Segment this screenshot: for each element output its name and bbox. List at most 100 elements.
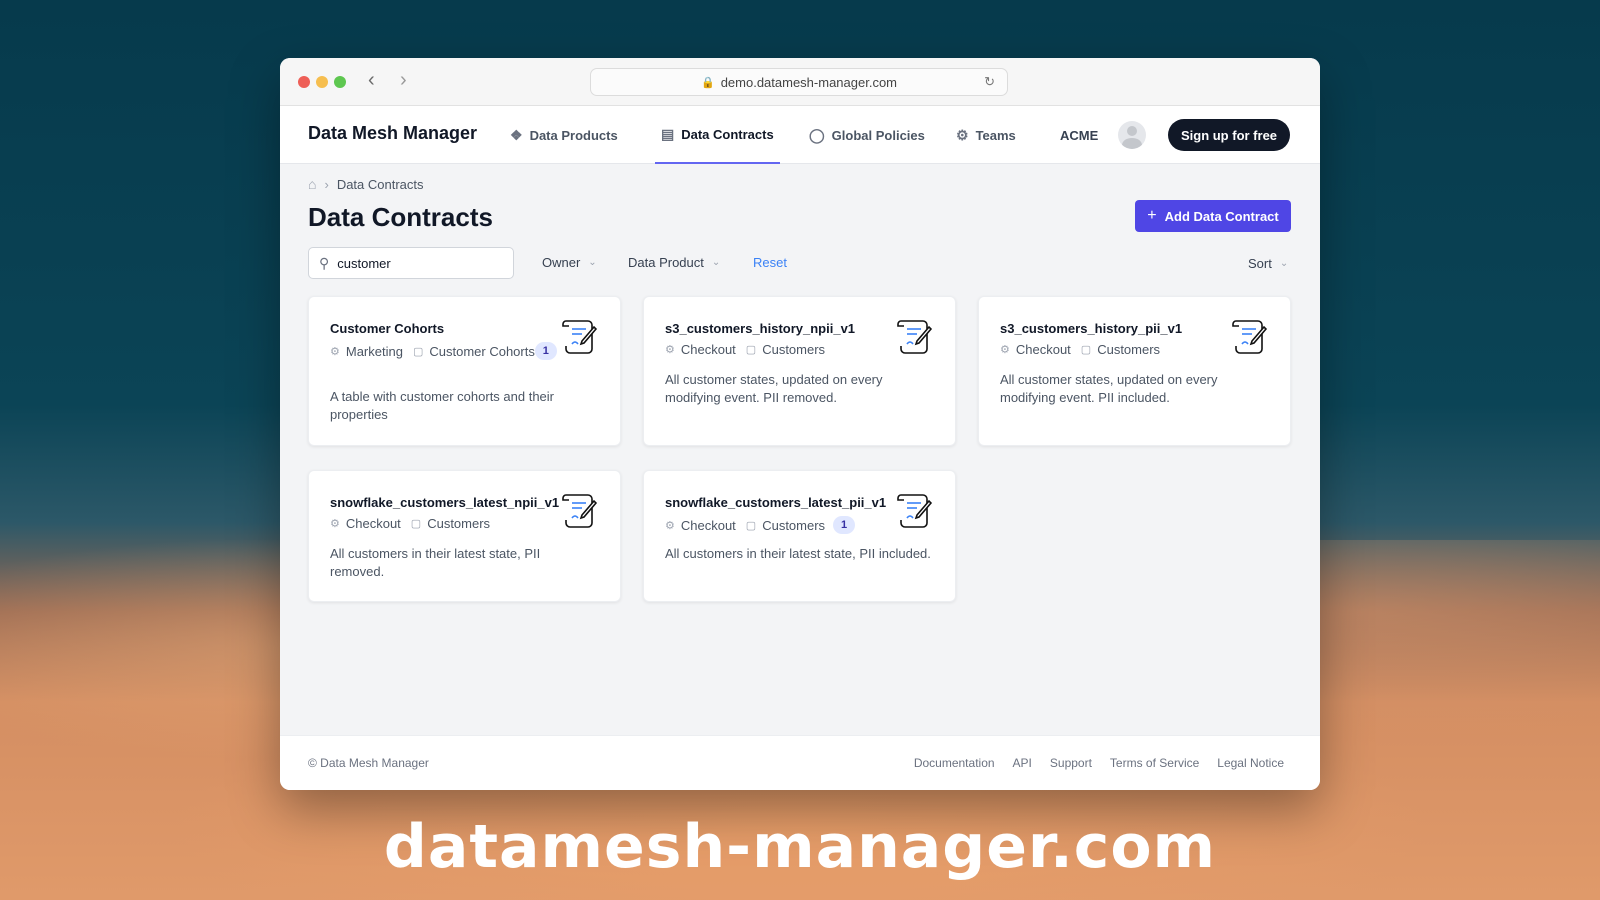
sort-label: Sort <box>1248 256 1272 271</box>
contract-data-product: Customers <box>762 517 826 533</box>
search-icon: ⚲ <box>319 254 330 271</box>
contract-scroll-icon <box>562 494 598 528</box>
contract-meta: ⚙ Checkout ▢ Customers <box>665 342 905 357</box>
data-product-filter-label: Data Product <box>628 255 704 270</box>
reset-filters-link[interactable]: Reset <box>753 255 787 270</box>
cube-icon: ▢ <box>1080 344 1092 356</box>
add-button-label: Add Data Contract <box>1164 208 1279 224</box>
contract-data-product: Customers <box>762 342 826 357</box>
address-bar[interactable]: 🔒 demo.datamesh-manager.com ↻ <box>590 68 1008 96</box>
data-product-filter-dropdown[interactable]: Data Product ⌄ <box>628 255 720 270</box>
contract-card[interactable]: Customer Cohorts ⚙ Marketing ▢ Customer … <box>308 296 621 446</box>
browser-chrome: ‹ › 🔒 demo.datamesh-manager.com ↻ <box>280 58 1320 106</box>
contract-description: All customers in their latest state, PII… <box>665 546 931 561</box>
breadcrumb: ⌂ › Data Contracts <box>308 176 424 192</box>
lock-icon: 🔒 <box>700 76 715 89</box>
count-badge: 1 <box>833 516 856 534</box>
copyright-text: © Data Mesh Manager <box>308 756 429 770</box>
nav-label: Data Contracts <box>681 126 774 142</box>
contract-scroll-icon <box>897 494 933 528</box>
count-badge: 1 <box>534 342 557 360</box>
signup-button[interactable]: Sign up for free <box>1168 119 1290 151</box>
brand-logo[interactable]: Data Mesh Manager <box>308 123 477 144</box>
contract-scroll-icon <box>897 320 933 354</box>
contract-data-product: Customers <box>1097 342 1161 357</box>
document-icon: ▤ <box>661 125 675 142</box>
team-icon: ⚙ <box>665 344 675 356</box>
back-arrow-icon[interactable]: ‹ <box>368 69 375 92</box>
plus-icon: + <box>1147 207 1157 224</box>
contract-title: snowflake_customers_latest_pii_v1 <box>665 495 887 510</box>
contract-title: snowflake_customers_latest_npii_v1 <box>330 495 560 510</box>
main-content: ⌂ › Data Contracts Data Contracts + Add … <box>280 164 1320 724</box>
search-box[interactable]: ⚲ <box>308 247 514 279</box>
owner-filter-dropdown[interactable]: Owner ⌄ <box>542 255 597 270</box>
footer-link-documentation[interactable]: Documentation <box>914 756 995 770</box>
nav-data-products[interactable]: ❖ Data Products <box>510 106 618 164</box>
chevron-down-icon: ⌄ <box>588 257 597 268</box>
contract-description: All customer states, updated on every mo… <box>665 372 883 405</box>
close-window-button[interactable] <box>298 76 310 88</box>
team-icon: ⚙ <box>665 519 675 532</box>
footer-link-terms[interactable]: Terms of Service <box>1110 756 1199 770</box>
team-icon: ⚙ <box>1000 344 1010 356</box>
page-footer: © Data Mesh Manager Documentation API Su… <box>280 735 1320 790</box>
cube-icon: ▢ <box>412 345 424 358</box>
nav-teams[interactable]: ⚙ Teams <box>956 106 1016 164</box>
contract-data-product: Customers <box>427 516 491 531</box>
add-data-contract-button[interactable]: + Add Data Contract <box>1135 200 1291 232</box>
breadcrumb-current: Data Contracts <box>336 176 424 192</box>
organization-switcher[interactable]: ACME <box>1060 106 1098 164</box>
chevron-down-icon: ⌄ <box>1279 258 1289 269</box>
contract-team: Checkout <box>680 517 736 533</box>
browser-window: ‹ › 🔒 demo.datamesh-manager.com ↻ Data M… <box>280 58 1320 790</box>
users-icon: ⚙ <box>956 126 969 143</box>
shield-icon: ◯ <box>809 126 825 143</box>
footer-link-support[interactable]: Support <box>1050 756 1092 770</box>
contract-title: s3_customers_history_npii_v1 <box>665 321 856 336</box>
contract-team: Checkout <box>680 342 736 357</box>
contract-card[interactable]: s3_customers_history_npii_v1 ⚙ Checkout … <box>643 296 956 446</box>
contract-data-product: Customer Cohorts <box>429 343 535 359</box>
contract-scroll-icon <box>1232 320 1268 354</box>
cube-icon: ▢ <box>410 518 422 530</box>
domain-caption: datamesh-manager.com <box>383 812 1217 882</box>
footer-link-api[interactable]: API <box>1013 756 1032 770</box>
address-bar-url: demo.datamesh-manager.com <box>720 74 897 90</box>
contract-meta: ⚙ Marketing ▢ Customer Cohorts 1 <box>330 342 570 360</box>
contract-description: A table with customer cohorts and their … <box>330 389 555 422</box>
contract-title: s3_customers_history_pii_v1 <box>1000 321 1183 336</box>
nav-global-policies[interactable]: ◯ Global Policies <box>809 106 925 164</box>
search-input[interactable] <box>337 255 488 271</box>
team-icon: ⚙ <box>330 345 340 358</box>
contract-team: Marketing <box>345 343 403 359</box>
nav-data-contracts[interactable]: ▤ Data Contracts <box>655 106 780 164</box>
reload-icon[interactable]: ↻ <box>984 74 999 90</box>
contract-card[interactable]: s3_customers_history_pii_v1 ⚙ Checkout ▢… <box>978 296 1291 446</box>
nav-label: Teams <box>975 127 1016 143</box>
cubes-icon: ❖ <box>510 126 523 143</box>
minimize-window-button[interactable] <box>316 76 328 88</box>
contract-meta: ⚙ Checkout ▢ Customers <box>330 516 570 531</box>
contract-card[interactable]: snowflake_customers_latest_pii_v1 ⚙ Chec… <box>643 470 956 602</box>
contract-title: Customer Cohorts <box>330 321 445 336</box>
home-icon[interactable]: ⌂ <box>308 176 316 192</box>
contract-description: All customers in their latest state, PII… <box>330 546 541 579</box>
forward-arrow-icon[interactable]: › <box>400 69 407 92</box>
contract-meta: ⚙ Checkout ▢ Customers 1 <box>665 516 905 534</box>
top-navigation: Data Mesh Manager ❖ Data Products ▤ Data… <box>280 106 1320 164</box>
footer-link-legal[interactable]: Legal Notice <box>1217 756 1284 770</box>
chevron-right-icon: › <box>324 176 329 192</box>
contract-meta: ⚙ Checkout ▢ Customers <box>1000 342 1240 357</box>
team-icon: ⚙ <box>330 518 340 530</box>
maximize-window-button[interactable] <box>334 76 346 88</box>
contract-team: Checkout <box>345 516 401 531</box>
cube-icon: ▢ <box>745 519 757 532</box>
footer-links: Documentation API Support Terms of Servi… <box>896 756 1284 770</box>
contract-card[interactable]: snowflake_customers_latest_npii_v1 ⚙ Che… <box>308 470 621 602</box>
sort-dropdown[interactable]: Sort ⌄ <box>1248 256 1288 271</box>
cube-icon: ▢ <box>745 344 757 356</box>
chevron-down-icon: ⌄ <box>711 257 721 268</box>
user-avatar[interactable] <box>1118 121 1146 149</box>
nav-label: Data Products <box>529 127 618 143</box>
